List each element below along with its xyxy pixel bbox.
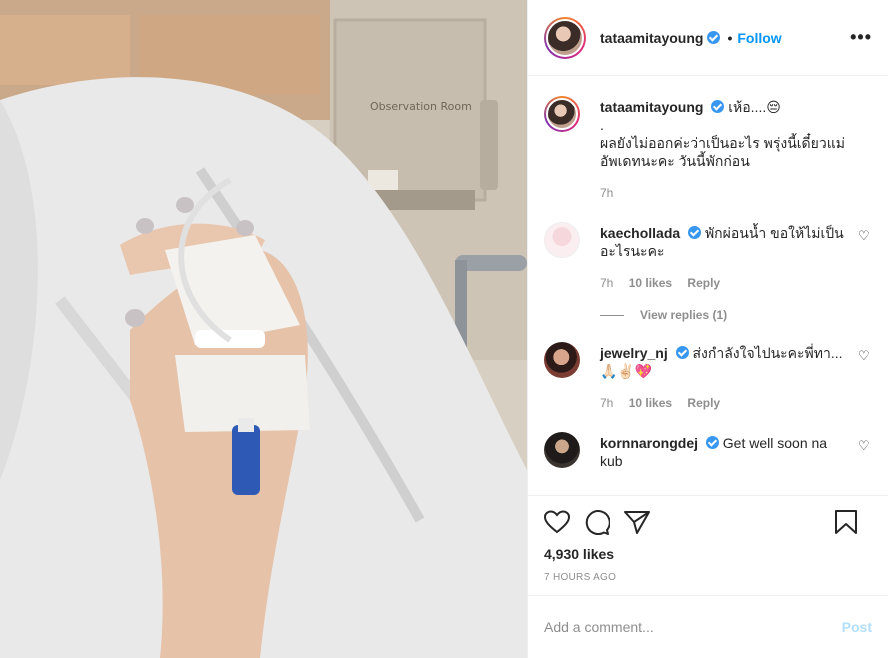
post-timestamp[interactable]: 7 HOURS AGO [544, 572, 872, 583]
commenter-avatar[interactable] [544, 342, 580, 378]
comment-time[interactable]: 7h [600, 276, 613, 290]
commenter-avatar[interactable] [544, 432, 580, 468]
heart-icon[interactable]: ♡ [858, 348, 872, 412]
heart-icon[interactable]: ♡ [858, 228, 872, 292]
post-actions: 4,930 likes 7 HOURS AGO [528, 495, 888, 595]
replies-divider [600, 314, 624, 316]
bookmark-icon[interactable] [834, 509, 858, 535]
post-header: tataamitayoung • Follow ••• [528, 0, 888, 76]
avatar[interactable] [544, 16, 586, 59]
comment-item: kaechollada พักผ่อนน้ำ ขอให้ไม่เป็นอะไรน… [544, 202, 872, 292]
comment-time[interactable]: 7h [600, 396, 613, 410]
caption-text-line2: . [600, 117, 604, 133]
caption-username[interactable]: tataamitayoung [600, 99, 703, 115]
verified-icon [705, 436, 719, 449]
comment-likes[interactable]: 10 likes [629, 396, 672, 410]
reply-button[interactable]: Reply [687, 396, 720, 410]
separator-dot: • [727, 29, 733, 46]
verified-icon [675, 346, 689, 359]
post-side-panel: tataamitayoung • Follow ••• tataamitayou… [527, 0, 888, 658]
post-photo[interactable]: Observation Room [0, 0, 527, 658]
caption-text-line3: ผลยังไม่ออกค่ะว่าเป็นอะไร พรุ่งนี้เดี๋ยว… [600, 135, 845, 169]
verified-icon [707, 31, 721, 44]
comment-icon[interactable] [584, 509, 610, 535]
share-icon[interactable] [624, 510, 650, 534]
svg-text:Observation Room: Observation Room [370, 100, 472, 113]
likes-count[interactable]: 4,930 likes [544, 546, 872, 562]
commenter-avatar[interactable] [544, 222, 580, 258]
verified-icon [688, 226, 702, 239]
caption-avatar[interactable] [544, 96, 580, 132]
comment-username[interactable]: kornnarongdej [600, 435, 698, 451]
comment-item: kornnarongdej Get well soon na kub ♡ [544, 412, 872, 470]
comment-username[interactable]: jewelry_nj [600, 345, 668, 361]
add-comment-bar: Post [528, 595, 888, 658]
reply-button[interactable]: Reply [687, 276, 720, 290]
caption-time[interactable]: 7h [600, 186, 613, 200]
comment-likes[interactable]: 10 likes [629, 276, 672, 290]
post-button[interactable]: Post [842, 619, 872, 635]
more-options-icon[interactable]: ••• [850, 27, 872, 48]
comment-item: jewelry_nj ส่งกำลังใจไปนะคะพี่ทา... 🙏🏻✌🏻… [544, 322, 872, 412]
heart-icon[interactable]: ♡ [858, 438, 872, 470]
caption-text-line1: เห้อ....😔 [728, 99, 781, 115]
verified-icon [711, 100, 725, 113]
follow-button[interactable]: Follow [737, 30, 781, 46]
view-replies-button[interactable]: View replies (1) [544, 292, 872, 322]
hospital-photo-image: Observation Room [0, 0, 527, 658]
heart-icon[interactable] [544, 510, 570, 534]
view-replies-label: View replies (1) [640, 308, 728, 322]
comment-username[interactable]: kaechollada [600, 225, 680, 241]
comments-list[interactable]: tataamitayoung เห้อ....😔 . ผลยังไม่ออกค่… [528, 76, 888, 495]
username-link[interactable]: tataamitayoung [600, 30, 703, 46]
caption: tataamitayoung เห้อ....😔 . ผลยังไม่ออกค่… [544, 76, 872, 202]
add-comment-input[interactable] [544, 619, 842, 635]
